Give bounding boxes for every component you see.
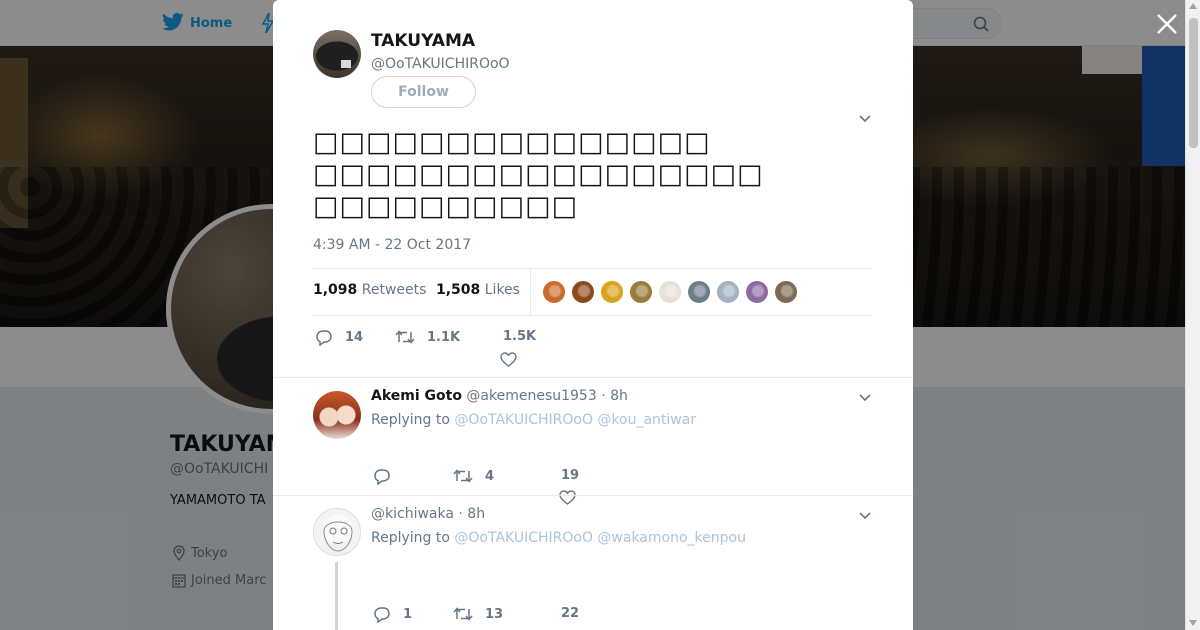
reply-action[interactable]: 1 xyxy=(373,606,412,623)
like-count-label: 19 xyxy=(561,468,579,483)
chevron-down-icon[interactable] xyxy=(857,110,873,126)
liker-avatar[interactable] xyxy=(629,280,653,304)
likes-stat[interactable]: 1,508 Likes xyxy=(436,282,520,298)
tweet-actions: 14 1.1K 1.5K xyxy=(313,326,873,367)
reply-author-handle[interactable]: @akemenesu1953 xyxy=(466,388,596,404)
sketch-face-icon xyxy=(323,521,353,552)
reply-count: 14 xyxy=(345,330,364,345)
tweet-text: □□□□□□□□□□□□□□□ □□□□□□□□□□□□□□□□□ □□□□□□… xyxy=(313,127,764,222)
liker-avatar[interactable] xyxy=(542,280,566,304)
reply-icon xyxy=(374,607,390,623)
close-icon[interactable] xyxy=(1155,12,1179,36)
replying-to-mentions[interactable]: @OoTAKUICHIROoO @kou_antiwar xyxy=(454,412,696,428)
page-scrollbar[interactable] xyxy=(1185,0,1200,630)
likes-label: Likes xyxy=(484,282,520,298)
liker-avatar[interactable] xyxy=(658,280,682,304)
tweet-author-avatar[interactable] xyxy=(313,30,361,78)
like-count: 19 xyxy=(561,468,580,483)
chevron-down-icon[interactable] xyxy=(857,389,873,405)
reply-icon xyxy=(374,469,390,485)
reply-actions: 4 19 xyxy=(371,468,771,505)
scrollbar-thumb[interactable] xyxy=(1189,18,1198,148)
retweet-icon xyxy=(395,330,415,344)
liker-avatar[interactable] xyxy=(571,280,595,304)
replying-to: Replying to @OoTAKUICHIROoO @wakamono_ke… xyxy=(371,530,746,546)
tweet-timestamp[interactable]: 4:39 AM - 22 Oct 2017 xyxy=(313,237,471,253)
retweets-stat[interactable]: 1,098 Retweets xyxy=(313,282,426,298)
reply-icon xyxy=(316,330,332,346)
reply-action[interactable]: 14 xyxy=(315,329,363,346)
follow-button[interactable]: Follow xyxy=(371,76,476,108)
liker-avatar[interactable] xyxy=(745,280,769,304)
tweet-stats: 1,098 Retweets 1,508 Likes xyxy=(313,268,873,316)
liker-avatar[interactable] xyxy=(774,280,798,304)
reply-header: Akemi Goto @akemenesu1953 · 8h xyxy=(371,388,628,404)
replying-to: Replying to @OoTAKUICHIROoO @kou_antiwar xyxy=(371,412,696,428)
tweet-permalink-modal: TAKUYAMA @OoTAKUICHIROoO Follow □□□□□□□□… xyxy=(273,0,913,630)
thread-line xyxy=(335,562,338,630)
reply-count: 1 xyxy=(403,607,413,622)
replying-to-mentions[interactable]: @OoTAKUICHIROoO @wakamono_kenpou xyxy=(454,530,746,546)
liker-avatars xyxy=(542,280,798,304)
reply-author-name[interactable]: Akemi Goto xyxy=(371,388,462,404)
like-count: 1.5K xyxy=(503,329,537,344)
retweets-label: Retweets xyxy=(361,282,427,298)
reply-avatar[interactable] xyxy=(313,391,361,439)
retweets-count: 1,098 xyxy=(313,282,358,298)
replying-to-label: Replying to xyxy=(371,412,450,428)
reply-item[interactable]: @kichiwaka · 8h Replying to @OoTAKUICHIR… xyxy=(273,495,913,630)
scroll-up-arrow[interactable] xyxy=(1189,3,1197,9)
retweet-count: 1.1K xyxy=(427,329,461,345)
reply-author-handle[interactable]: @kichiwaka xyxy=(371,506,454,522)
reply-action[interactable] xyxy=(373,468,403,485)
tweet-author-handle[interactable]: @OoTAKUICHIROoO xyxy=(371,56,510,72)
heart-icon[interactable] xyxy=(500,352,517,367)
retweet-count: 13 xyxy=(485,606,504,622)
like-count-label: 22 xyxy=(561,606,579,621)
reply-header: @kichiwaka · 8h xyxy=(371,506,486,522)
retweet-icon xyxy=(453,607,473,621)
tweet-author-name[interactable]: TAKUYAMA xyxy=(371,31,475,51)
like-count: 22 xyxy=(561,606,580,621)
chevron-down-icon[interactable] xyxy=(857,507,873,523)
retweet-action[interactable]: 1.1K xyxy=(395,329,460,345)
retweet-action[interactable]: 13 xyxy=(453,606,503,622)
avatar-hat-tag xyxy=(341,60,351,68)
liker-avatar[interactable] xyxy=(600,280,624,304)
stats-divider xyxy=(530,269,531,315)
liker-avatar[interactable] xyxy=(687,280,711,304)
reply-actions: 1 13 22 xyxy=(371,606,771,626)
retweet-icon xyxy=(453,469,473,483)
scroll-down-arrow[interactable] xyxy=(1189,620,1197,626)
liker-avatar[interactable] xyxy=(716,280,740,304)
reply-time[interactable]: 8h xyxy=(467,506,485,522)
like-count-label: 1.5K xyxy=(503,329,536,344)
reply-avatar[interactable] xyxy=(313,508,361,556)
reply-item[interactable]: Akemi Goto @akemenesu1953 · 8h Replying … xyxy=(273,377,913,505)
likes-count: 1,508 xyxy=(436,282,481,298)
retweet-action[interactable]: 4 xyxy=(453,468,494,484)
retweet-count: 4 xyxy=(485,468,495,484)
replying-to-label: Replying to xyxy=(371,530,450,546)
reply-time[interactable]: 8h xyxy=(610,388,628,404)
